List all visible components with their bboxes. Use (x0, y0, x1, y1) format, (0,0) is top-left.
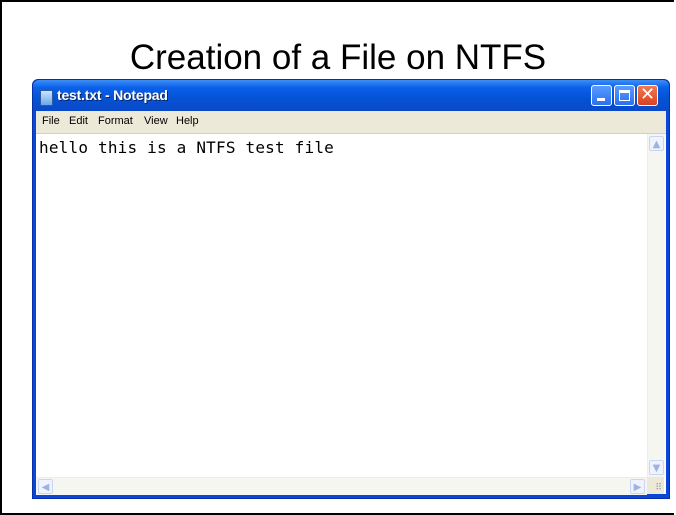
menu-help[interactable]: Help (176, 115, 199, 127)
scroll-down-button[interactable]: ▼ (649, 460, 664, 475)
editor-content[interactable]: hello this is a NTFS test file (39, 138, 334, 157)
scroll-up-button[interactable]: ▲ (649, 136, 664, 151)
chevron-up-icon: ▲ (652, 139, 661, 150)
menu-bar: File Edit Format View Help (36, 111, 666, 134)
minimize-button[interactable] (591, 85, 612, 106)
maximize-icon (619, 90, 630, 101)
close-button[interactable]: ✕ (637, 85, 658, 106)
minimize-icon (597, 98, 605, 101)
vertical-scrollbar[interactable]: ▲ ▼ (647, 134, 665, 477)
chevron-left-icon: ◀ (41, 482, 50, 493)
slide-title: Creation of a File on NTFS (129, 38, 547, 77)
notepad-window: test.txt - Notepad ✕ File Edit Format Vi… (32, 79, 670, 499)
maximize-button[interactable] (614, 85, 635, 106)
menu-edit[interactable]: Edit (69, 115, 88, 127)
window-title: test.txt - Notepad (57, 87, 168, 103)
chevron-right-icon: ▶ (633, 482, 642, 493)
close-icon: ✕ (639, 84, 656, 105)
notepad-icon (40, 90, 53, 106)
horizontal-scrollbar[interactable]: ◀ ▶ (36, 477, 647, 495)
title-bar[interactable]: test.txt - Notepad ✕ (33, 80, 669, 111)
text-editor[interactable]: hello this is a NTFS test file ▲ ▼ ◀ ▶ ⠿ (36, 134, 666, 495)
menu-format[interactable]: Format (98, 115, 133, 127)
grip-icon: ⠿ (655, 483, 662, 493)
menu-view[interactable]: View (144, 115, 168, 127)
scroll-left-button[interactable]: ◀ (38, 479, 53, 494)
resize-grip[interactable]: ⠿ (647, 477, 664, 494)
menu-file[interactable]: File (42, 115, 60, 127)
chevron-down-icon: ▼ (652, 463, 661, 474)
scroll-right-button[interactable]: ▶ (630, 479, 645, 494)
